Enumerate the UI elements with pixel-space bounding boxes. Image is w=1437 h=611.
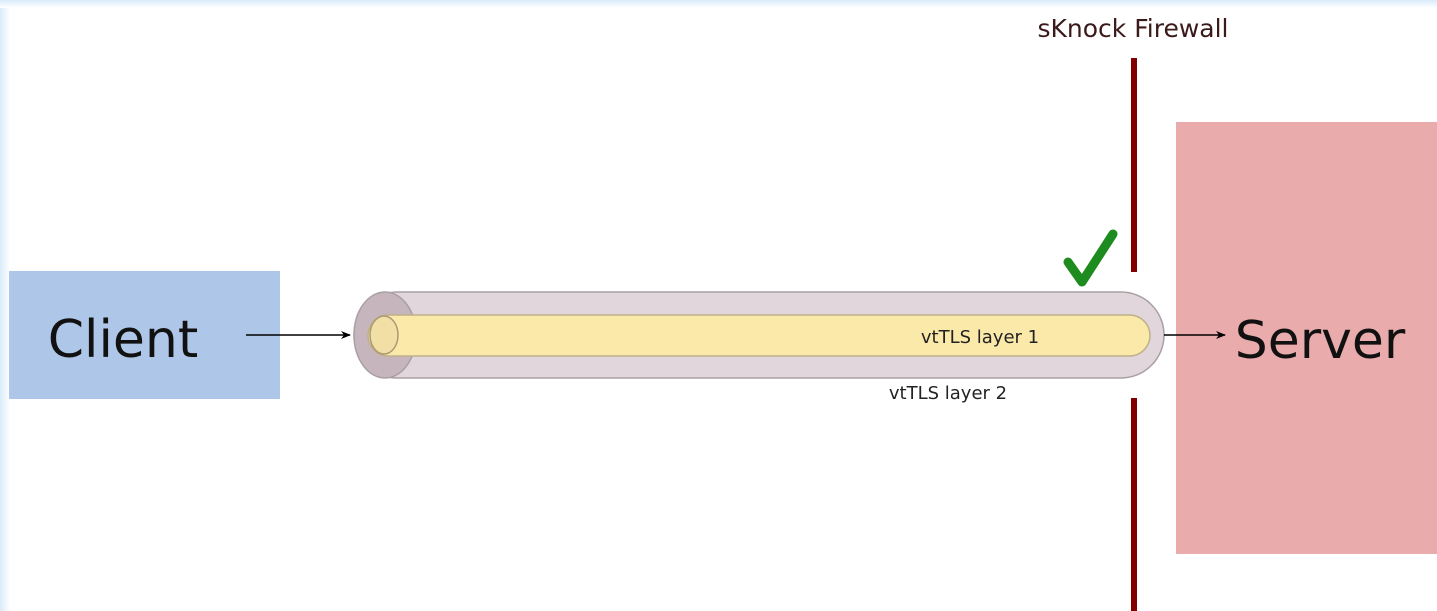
server-label: Server (1235, 311, 1406, 371)
check-mark-icon (1063, 229, 1118, 287)
client-label: Client (48, 310, 199, 370)
inner-layer-label: vtTLS layer 1 (921, 327, 1039, 348)
network-diagram: Client Server sKnock Firewall vtTLS laye… (0, 0, 1437, 611)
frame-top-edge (0, 0, 1437, 8)
diagram-canvas: Client Server sKnock Firewall vtTLS laye… (0, 0, 1437, 611)
frame-left-edge (0, 0, 10, 611)
inner-tunnel-mouth (369, 315, 399, 355)
outer-layer-label: vtTLS layer 2 (889, 383, 1007, 404)
firewall-label: sKnock Firewall (1037, 14, 1228, 43)
